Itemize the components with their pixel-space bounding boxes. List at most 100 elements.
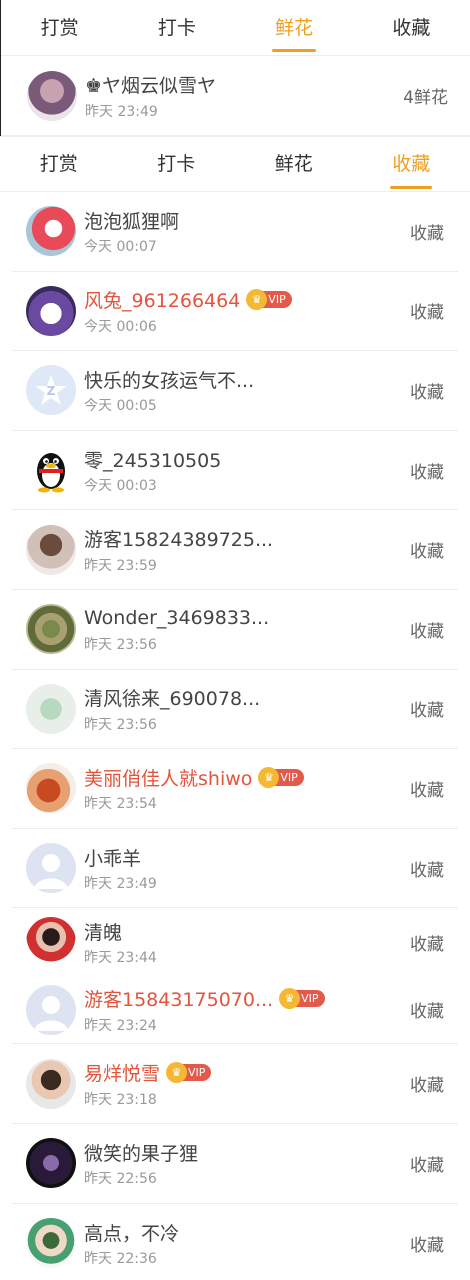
favorite-label: 收藏 <box>410 542 444 563</box>
favorites-list: 泡泡狐狸啊 今天 00:07 收藏 风兔_961266464 ♛ VIP 今天 0… <box>0 192 470 1280</box>
item-time: 昨天 23:49 <box>84 876 157 893</box>
list-item[interactable]: 泡泡狐狸啊 今天 00:07 收藏 <box>12 192 458 272</box>
item-meta: 小乖羊 昨天 23:49 <box>84 843 400 893</box>
user-name: Wonder_3469833... <box>84 607 270 630</box>
top-tab-flowers[interactable]: 鲜花 <box>236 0 353 56</box>
user-name: 小乖羊 <box>84 847 142 870</box>
star-icon: Z <box>35 375 67 406</box>
tab-flowers[interactable]: 鲜花 <box>235 136 353 192</box>
flower-entry-row[interactable]: ♚ヤ烟云似雪ヤ 昨天 23:49 4鲜花 <box>1 56 470 136</box>
svg-text:Z: Z <box>47 384 56 398</box>
vip-text: VIP <box>301 992 319 1006</box>
item-meta: 高点，不冷 昨天 22:36 <box>84 1218 400 1268</box>
penguin-icon <box>37 453 65 493</box>
qzone-star-avatar: Z <box>26 365 76 416</box>
girl-photo-avatar <box>27 70 77 121</box>
favorite-label: 收藏 <box>410 1002 444 1023</box>
favorite-label: 收藏 <box>410 780 444 801</box>
item-time: 今天 00:06 <box>84 318 157 335</box>
person-icon <box>34 995 68 1031</box>
item-time: 昨天 23:56 <box>84 637 157 654</box>
list-item[interactable]: 易烊悦雪 ♛ VIP 昨天 23:18 收藏 <box>12 1044 458 1124</box>
item-meta: 游客15824389725... 昨天 23:59 <box>84 525 400 575</box>
bunny-avatar <box>26 285 76 336</box>
crown-icon: ♛ <box>279 988 301 1010</box>
default-person-avatar <box>26 984 76 1035</box>
top-tab-reward[interactable]: 打赏 <box>1 0 118 56</box>
item-time: 今天 00:05 <box>84 398 157 415</box>
qq-penguin-avatar <box>26 445 76 496</box>
user-name: 泡泡狐狸啊 <box>84 210 180 233</box>
item-time: 昨天 23:44 <box>84 950 157 967</box>
list-item[interactable]: Z 快乐的女孩运气不... 今天 00:05 收藏 <box>12 351 458 431</box>
favorite-label: 收藏 <box>410 701 444 722</box>
favorite-label: 收藏 <box>410 303 444 324</box>
vip-badge: ♛ VIP <box>279 988 325 1010</box>
top-tab-favorites[interactable]: 收藏 <box>353 0 470 56</box>
favorite-label: 收藏 <box>410 860 444 881</box>
favorite-label: 收藏 <box>410 382 444 403</box>
list-item[interactable]: 美丽俏佳人就shiwo ♛ VIP 昨天 23:54 收藏 <box>12 749 458 829</box>
night-avatar <box>26 1138 76 1189</box>
user-name: 易烊悦雪 <box>84 1063 161 1086</box>
user-name: 高点，不冷 <box>84 1222 180 1245</box>
list-item[interactable]: 清魄 昨天 23:44 收藏 <box>12 908 458 976</box>
person-icon <box>34 854 68 890</box>
list-item[interactable]: 微笑的果子狸 昨天 22:56 收藏 <box>12 1124 458 1204</box>
item-meta: 清魄 昨天 23:44 <box>84 917 400 967</box>
item-meta: 游客15843175070... ♛ VIP 昨天 23:24 <box>84 985 400 1035</box>
user-name: 微笑的果子狸 <box>84 1142 199 1165</box>
entry-meta: ♚ヤ烟云似雪ヤ 昨天 23:49 <box>85 71 403 121</box>
vip-badge: ♛ VIP <box>258 766 304 788</box>
list-item[interactable]: 风兔_961266464 ♛ VIP 今天 00:06 收藏 <box>12 272 458 352</box>
anime-avatar <box>26 1218 76 1269</box>
tab-checkin[interactable]: 打卡 <box>118 136 236 192</box>
user-name: 清魄 <box>84 921 123 944</box>
user-name: 快乐的女孩运气不... <box>84 369 255 392</box>
favorite-label: 收藏 <box>410 1155 444 1176</box>
item-meta: 泡泡狐狸啊 今天 00:07 <box>84 206 400 256</box>
item-time: 昨天 23:18 <box>84 1091 157 1108</box>
list-item[interactable]: 零_245310505 今天 00:03 收藏 <box>12 431 458 511</box>
item-meta: 清风徐来_690078... 昨天 23:56 <box>84 684 400 734</box>
list-item[interactable]: Wonder_3469833... 昨天 23:56 收藏 <box>12 590 458 670</box>
item-meta: 风兔_961266464 ♛ VIP 今天 00:06 <box>84 286 400 336</box>
favorite-label: 收藏 <box>410 462 444 483</box>
red-cartoon-avatar <box>26 206 76 257</box>
crown-icon: ♛ <box>258 766 280 788</box>
girl-photo-avatar <box>26 524 76 575</box>
top-tab-checkin[interactable]: 打卡 <box>118 0 235 56</box>
flower-avatar <box>26 683 76 734</box>
item-time: 昨天 23:54 <box>84 796 157 813</box>
moss-avatar <box>26 604 76 655</box>
item-time: 今天 00:03 <box>84 478 157 495</box>
item-meta: 美丽俏佳人就shiwo ♛ VIP 昨天 23:54 <box>84 763 400 813</box>
list-item[interactable]: 游客15824389725... 昨天 23:59 收藏 <box>12 510 458 590</box>
flower-amount: 4鲜花 <box>403 88 448 108</box>
crown-icon: ♛ <box>246 289 268 311</box>
vip-text: VIP <box>188 1066 206 1080</box>
item-meta: 零_245310505 今天 00:03 <box>84 445 400 495</box>
vip-text: VIP <box>268 293 286 307</box>
user-name: 游客15843175070... <box>84 989 274 1012</box>
favorite-label: 收藏 <box>410 1235 444 1256</box>
crown-icon: ♛ <box>166 1062 188 1084</box>
top-tab-bar: 打赏 打卡 鲜花 收藏 <box>1 0 470 56</box>
favorite-label: 收藏 <box>410 934 444 955</box>
user-name: 风兔_961266464 <box>84 290 241 313</box>
user-name: 清风徐来_690078... <box>84 688 261 711</box>
item-time: 昨天 22:36 <box>84 1251 157 1268</box>
tab-reward[interactable]: 打赏 <box>0 136 118 192</box>
list-item[interactable]: 游客15843175070... ♛ VIP 昨天 23:24 收藏 <box>12 976 458 1045</box>
list-item[interactable]: 清风徐来_690078... 昨天 23:56 收藏 <box>12 670 458 750</box>
boy-photo-avatar <box>26 1058 76 1109</box>
list-item[interactable]: 小乖羊 昨天 23:49 收藏 <box>12 829 458 909</box>
item-meta: 易烊悦雪 ♛ VIP 昨天 23:18 <box>84 1059 400 1109</box>
list-item[interactable]: 高点，不冷 昨天 22:36 收藏 <box>12 1204 458 1280</box>
vip-text: VIP <box>280 770 298 784</box>
user-name: ♚ヤ烟云似雪ヤ <box>85 75 217 97</box>
tab-favorites[interactable]: 收藏 <box>353 136 470 192</box>
item-meta: 微笑的果子狸 昨天 22:56 <box>84 1138 400 1188</box>
food-avatar <box>26 763 76 814</box>
previous-panel: 打赏 打卡 鲜花 收藏 ♚ヤ烟云似雪ヤ 昨天 23:49 4鲜花 <box>0 0 470 136</box>
